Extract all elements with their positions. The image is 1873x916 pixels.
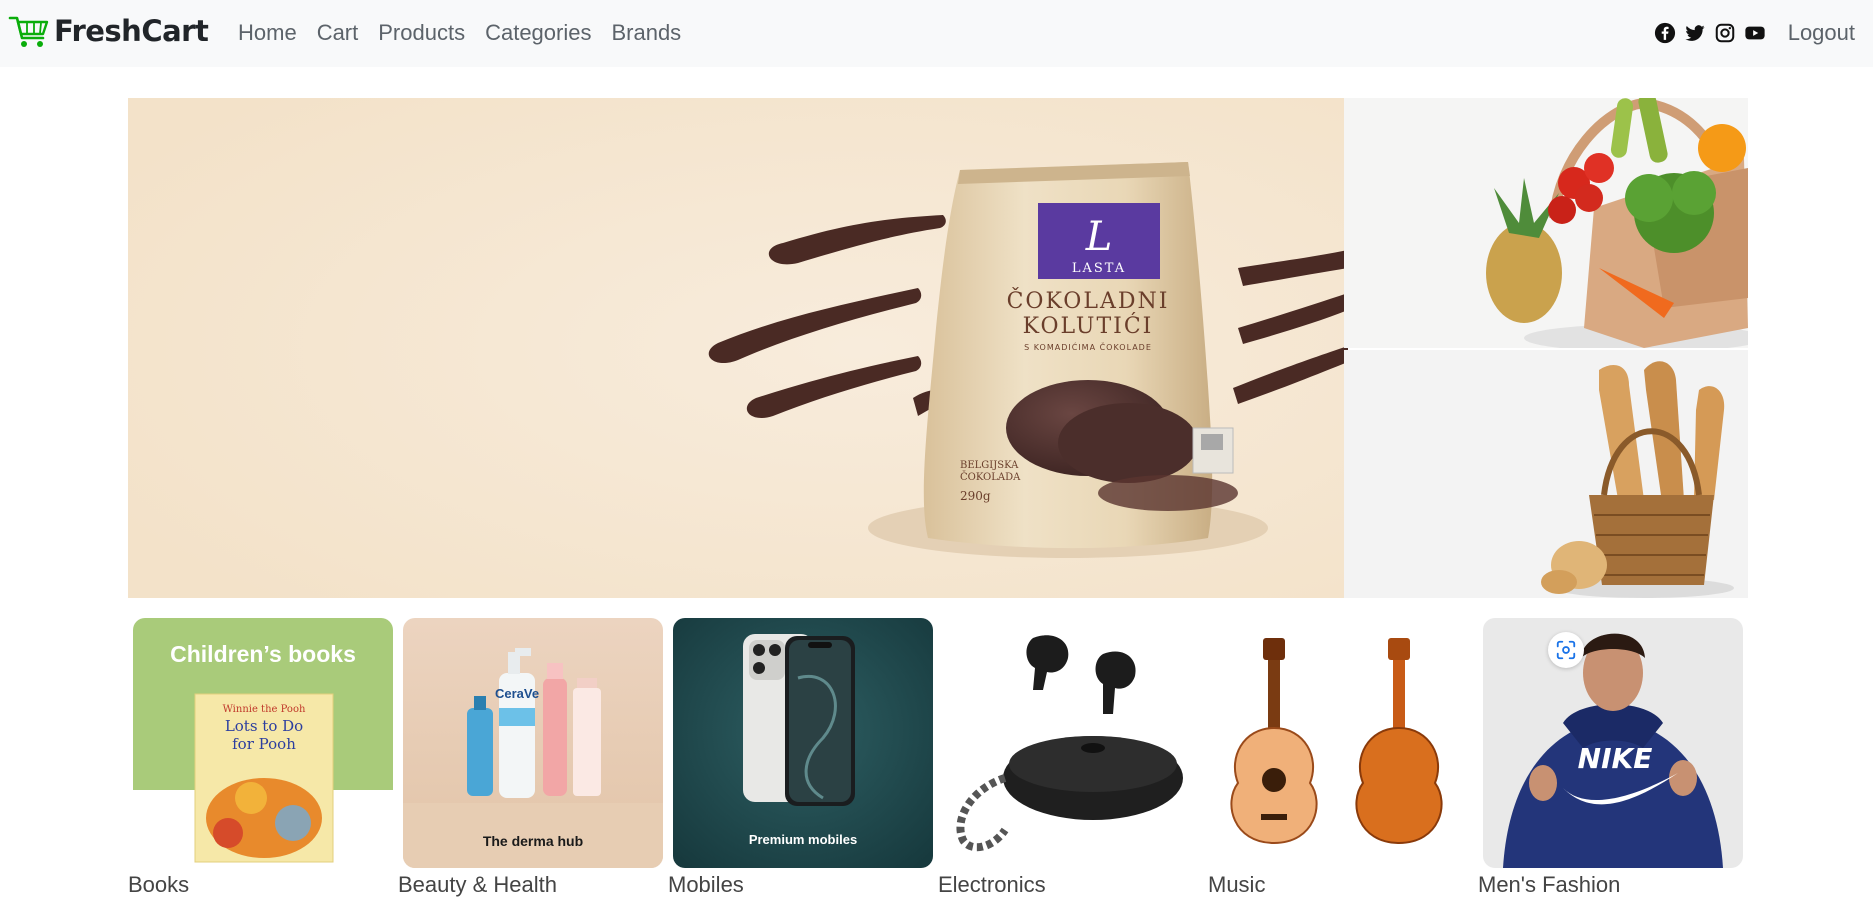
youtube-icon[interactable] — [1744, 22, 1766, 44]
bread-basket-image — [1344, 350, 1748, 598]
beauty-image: CeraVe The derma hub — [403, 618, 663, 868]
navbar: FreshCart Home Cart Products Categories … — [0, 0, 1873, 67]
side-banner-vegetables[interactable] — [1344, 98, 1748, 348]
category-mobiles[interactable]: Premium mobiles Mobiles — [668, 618, 938, 908]
category-books[interactable]: Children’s books Winnie the Pooh Lots to… — [128, 618, 398, 908]
category-name: Mobiles — [668, 872, 744, 897]
category-electronics[interactable]: Electronics — [938, 618, 1208, 908]
product-title-line1: ČOKOLADNI — [1007, 287, 1170, 314]
nike-logo-text: NIKE — [1578, 742, 1653, 775]
electronics-image — [943, 618, 1203, 868]
book-series-title: Winnie the Pooh — [223, 704, 306, 715]
product-subtitle: S KOMADIĆIMA ČOKOLADE — [1024, 341, 1152, 352]
category-name: Electronics — [938, 872, 1046, 897]
vegetables-bag-image — [1344, 98, 1748, 348]
product-title-line2: KOLUTIĆI — [1023, 312, 1154, 339]
product-weight: 290g — [960, 489, 991, 503]
books-banner-text: Children’s books — [170, 641, 356, 667]
svg-text:CeraVe: CeraVe — [495, 686, 539, 701]
main-nav: Home Cart Products Categories Brands — [228, 18, 691, 48]
cart-icon — [8, 16, 49, 47]
mobiles-image: Premium mobiles — [673, 618, 933, 868]
books-image: Children’s books Winnie the Pooh Lots to… — [133, 618, 393, 868]
book-title-line1: Lots to Do — [225, 717, 303, 735]
hero-product-image: L LASTA ČOKOLADNI KOLUTIĆI S KOMADIĆIMA … — [128, 98, 1348, 598]
visual-search-button[interactable] — [1548, 632, 1584, 668]
hero-slider[interactable]: L LASTA ČOKOLADNI KOLUTIĆI S KOMADIĆIMA … — [128, 98, 1348, 598]
category-music[interactable]: Music — [1208, 618, 1478, 908]
brand-logo-link[interactable]: FreshCart — [8, 12, 209, 50]
category-beauty-health[interactable]: CeraVe The derma hub Beauty & Health — [398, 618, 668, 908]
origin-line1: BELGIJSKA — [960, 460, 1019, 471]
music-image — [1213, 618, 1473, 868]
category-name: Men's Fashion — [1478, 872, 1621, 897]
lasta-brand-name: LASTA — [1072, 261, 1126, 276]
facebook-icon[interactable] — [1654, 22, 1676, 44]
nav-products[interactable]: Products — [368, 18, 475, 48]
lasta-logo-mark: L — [1085, 214, 1113, 260]
twitter-icon[interactable] — [1684, 22, 1706, 44]
mobiles-banner-text: Premium mobiles — [749, 832, 857, 847]
nav-right: Logout — [1654, 18, 1855, 48]
logout-link[interactable]: Logout — [1788, 18, 1855, 48]
category-name: Books — [128, 872, 190, 897]
instagram-icon[interactable] — [1714, 22, 1736, 44]
nav-categories[interactable]: Categories — [475, 18, 601, 48]
category-mens-fashion[interactable]: NIKE Men's Fashion — [1478, 618, 1748, 908]
book-title-line2: for Pooh — [232, 735, 296, 753]
mens-fashion-image: NIKE — [1483, 618, 1743, 868]
side-banner-bread[interactable] — [1344, 350, 1748, 598]
category-slider: Children’s books Winnie the Pooh Lots to… — [128, 618, 1748, 908]
beauty-banner-text: The derma hub — [483, 833, 583, 849]
nav-home[interactable]: Home — [228, 18, 307, 48]
category-name: Music — [1208, 872, 1266, 897]
nav-brands[interactable]: Brands — [601, 18, 691, 48]
origin-line2: ČOKOLADA — [960, 471, 1021, 483]
scan-icon — [1556, 640, 1576, 660]
nav-cart[interactable]: Cart — [307, 18, 369, 48]
brand-name: FreshCart — [54, 14, 209, 48]
category-name: Beauty & Health — [398, 872, 557, 897]
